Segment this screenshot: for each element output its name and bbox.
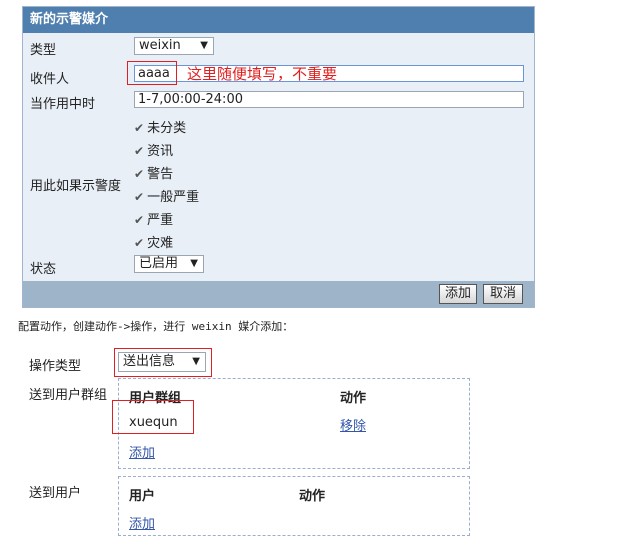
remove-link[interactable]: 移除 (340, 415, 366, 434)
recipient-label: 收件人 (30, 72, 70, 87)
user-column-header: 用户 (129, 489, 156, 504)
severity-option-label: 资讯 (147, 144, 174, 159)
chevron-down-icon: ▼ (200, 40, 208, 51)
type-select-value: weixin (139, 38, 181, 53)
checkmark-icon: ✔ (134, 236, 145, 250)
severity-checkbox-disaster[interactable]: ✔ 灾难 (134, 232, 173, 251)
recipient-note: 这里随便填写，不重要 (187, 65, 338, 83)
instruction-text: 配置动作，创建动作->操作，进行 weixin 媒介添加： (18, 320, 294, 333)
severity-checkbox-warning[interactable]: ✔ 警告 (134, 163, 173, 182)
users-box: 用户 动作 添加 (118, 476, 470, 536)
add-user-group-link[interactable]: 添加 (129, 442, 155, 461)
status-select-value: 已启用 (139, 256, 179, 271)
type-select[interactable]: weixin ▼ (134, 37, 214, 55)
status-label: 状态 (30, 262, 57, 277)
add-user-link[interactable]: 添加 (129, 513, 155, 532)
action-column-header: 动作 (340, 391, 367, 406)
chevron-down-icon: ▼ (190, 258, 198, 269)
recipient-highlight-box (127, 61, 177, 85)
media-dialog: 新的示警媒介 类型 weixin ▼ 收件人 aaaa 这里随便填写，不重要 当… (22, 6, 535, 308)
checkmark-icon: ✔ (134, 190, 145, 204)
period-input-value: 1-7,00:00-24:00 (138, 92, 243, 107)
user-group-highlight-box (112, 400, 194, 434)
severity-option-label: 未分类 (147, 121, 187, 136)
user-action-column-header: 动作 (299, 489, 326, 504)
operation-type-label: 操作类型 (29, 359, 82, 374)
dialog-title: 新的示警媒介 (23, 7, 534, 33)
severity-option-label: 严重 (147, 213, 174, 228)
severity-checkbox-high[interactable]: ✔ 严重 (134, 209, 173, 228)
operation-type-highlight-box (114, 348, 212, 377)
period-input[interactable]: 1-7,00:00-24:00 (134, 91, 524, 108)
type-label: 类型 (30, 43, 57, 58)
severity-option-label: 警告 (147, 167, 174, 182)
checkmark-icon: ✔ (134, 121, 145, 135)
severity-checkbox-not-classified[interactable]: ✔ 未分类 (134, 117, 186, 136)
severity-checkbox-information[interactable]: ✔ 资讯 (134, 140, 173, 159)
severity-checkbox-average[interactable]: ✔ 一般严重 (134, 186, 199, 205)
users-label: 送到用户 (29, 486, 82, 501)
dialog-footer: 添加 取消 (23, 281, 534, 307)
checkmark-icon: ✔ (134, 167, 145, 181)
checkmark-icon: ✔ (134, 213, 145, 227)
status-select[interactable]: 已启用 ▼ (134, 255, 204, 273)
severity-option-label: 灾难 (147, 236, 174, 251)
severity-label: 用此如果示警度 (30, 179, 122, 194)
severity-option-label: 一般严重 (147, 190, 200, 205)
cancel-button[interactable]: 取消 (483, 284, 523, 304)
period-label: 当作用中时 (30, 97, 96, 112)
add-button[interactable]: 添加 (439, 284, 477, 304)
checkmark-icon: ✔ (134, 144, 145, 158)
user-groups-label: 送到用户群组 (29, 388, 108, 403)
